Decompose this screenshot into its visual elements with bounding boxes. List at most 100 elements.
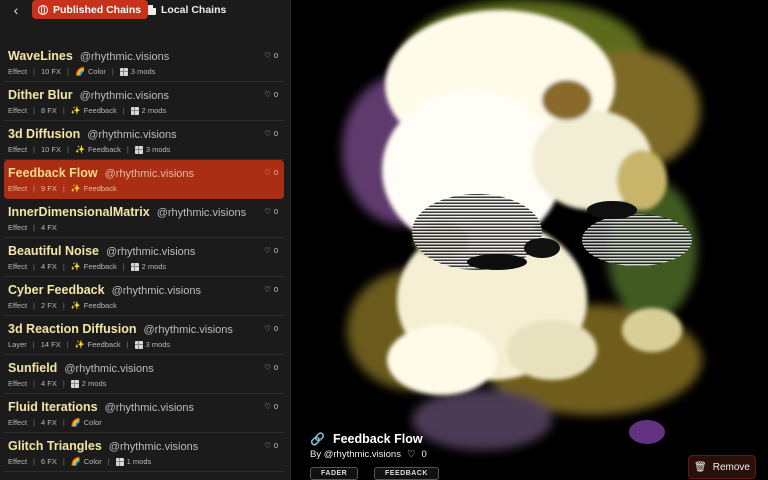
meta-separator: | [62,184,65,193]
chain-type: Effect [8,145,28,154]
chain-type: Effect [8,67,28,76]
like-button[interactable]: ♡ 0 [264,285,278,294]
chain-list-item[interactable]: Dither Blur @rhythmic.visions Effect | 8… [4,82,284,121]
chain-title-row: WaveLines @rhythmic.visions [8,49,169,63]
chain-name: Sunfield [8,361,58,375]
chain-title-row: Fluid Iterations @rhythmic.visions [8,400,194,414]
chain-mods-label: 1 mods [126,457,152,466]
chain-author[interactable]: @rhythmic.visions [87,129,176,141]
globe-icon [38,4,48,15]
meta-separator: | [62,301,65,310]
like-count: 0 [273,168,278,177]
chain-author[interactable]: @rhythmic.visions [80,51,169,63]
chain-tag-label: Color [87,67,106,76]
chain-fx-count: 14 FX [40,340,61,349]
tab-local-label: Local Chains [161,3,227,16]
chain-fx-count: 4 FX [41,379,57,388]
chain-meta: Effect | 2 FX | ✨ Feedback [8,301,117,310]
chain-tag: ✨ Feedback [71,184,117,193]
chain-meta: Effect | 8 FX | ✨ Feedback | 2 mods [8,106,166,115]
grid-icon [134,145,143,154]
meta-separator: | [33,106,35,115]
meta-separator: | [126,145,129,154]
chevron-left-icon[interactable]: ‹ [8,2,24,18]
like-button[interactable]: ♡ 0 [264,207,278,216]
chain-mods: 3 mods [134,145,170,154]
like-button[interactable]: ♡ 0 [264,402,278,411]
chain-author[interactable]: By @rhythmic.visions [310,449,401,460]
chain-list-item[interactable]: Glitch Triangles @rhythmic.visions Effec… [4,433,284,472]
like-count: 0 [273,246,278,255]
chain-mods: 2 mods [130,262,167,271]
preview-canvas[interactable]: 🔗 Feedback Flow By @rhythmic.visions ♡ 0… [292,0,768,480]
chain-author[interactable]: @rhythmic.visions [64,363,153,375]
chain-author[interactable]: @rhythmic.visions [157,207,246,219]
preview-visual [292,0,768,480]
meta-separator: | [67,145,69,154]
heart-icon[interactable]: ♡ [407,449,416,460]
chain-tag-label: Feedback [87,145,121,154]
meta-separator: | [33,223,35,232]
chip-fader[interactable]: FADER [310,467,359,480]
chain-author[interactable]: @rhythmic.visions [105,402,194,414]
chain-author[interactable]: @rhythmic.visions [143,324,232,336]
chain-author[interactable]: @rhythmic.visions [106,246,195,258]
meta-separator: | [126,340,129,349]
chain-mods-label: 2 mods [141,262,167,271]
heart-icon: ♡ [264,51,271,60]
chain-author[interactable]: @rhythmic.visions [109,441,198,453]
chain-tag: ✨ Feedback [71,262,117,271]
chain-list-item[interactable]: InnerDimensionalMatrix @rhythmic.visions… [4,199,284,238]
chain-list-item[interactable]: Fluid Iterations @rhythmic.visions Effec… [4,394,284,433]
chain-author[interactable]: @rhythmic.visions [105,168,194,180]
like-button[interactable]: ♡ 0 [264,363,278,372]
chain-list-item[interactable]: 3d Diffusion @rhythmic.visions Effect | … [4,121,284,160]
chain-list-item[interactable]: 3d Reaction Diffusion @rhythmic.visions … [4,316,284,355]
chain-name: InnerDimensionalMatrix [8,205,150,219]
chain-tag-label: Feedback [87,340,121,349]
grid-icon [119,67,128,76]
like-button[interactable]: ♡ 0 [264,168,278,177]
chain-meta: Effect | 4 FX | 2 mods [8,379,106,388]
grid-icon [130,106,139,115]
heart-icon: ♡ [264,246,271,255]
chain-list-item[interactable]: Beautiful Noise @rhythmic.visions Effect… [4,238,284,277]
meta-separator: | [66,340,69,349]
like-button[interactable]: ♡ 0 [264,246,278,255]
chain-tag: 🌈 Color [71,418,102,427]
chain-name: Glitch Triangles [8,439,102,453]
like-button[interactable]: ♡ 0 [264,129,278,138]
chain-author[interactable]: @rhythmic.visions [112,285,201,297]
meta-separator: | [33,379,35,388]
remove-button[interactable]: 🗑 Remove [688,455,756,479]
like-button[interactable]: ♡ 0 [264,90,278,99]
chain-author[interactable]: @rhythmic.visions [80,90,169,102]
trash-icon: 🗑 [694,461,707,473]
chain-type: Effect [8,418,28,427]
like-button[interactable]: ♡ 0 [264,324,278,333]
chain-list-item[interactable]: WaveLines @rhythmic.visions Effect | 10 … [4,43,284,82]
chain-author-row: By @rhythmic.visions ♡ 0 [310,449,427,460]
like-count: 0 [273,51,278,60]
chain-name: Fluid Iterations [8,400,98,414]
chain-tag-label: Color [83,457,102,466]
chain-list-item[interactable]: Sunfield @rhythmic.visions Effect | 4 FX… [4,355,284,394]
chain-tag-label: Feedback [83,301,117,310]
chain-name: 3d Reaction Diffusion [8,322,137,336]
chain-list-item[interactable]: Feedback Flow @rhythmic.visions Effect |… [4,160,284,199]
tab-published-chains[interactable]: Published Chains [32,0,149,19]
chain-fx-count: 10 FX [41,145,62,154]
heart-icon: ♡ [264,402,271,411]
heart-icon: ♡ [264,129,271,138]
chain-meta: Layer | 14 FX | ✨ Feedback | 3 mods [8,340,170,349]
heart-icon: ♡ [264,168,271,177]
chip-feedback[interactable]: FEEDBACK [374,467,439,480]
chain-list-item[interactable]: Cyber Feedback @rhythmic.visions Effect … [4,277,284,316]
chain-name: Cyber Feedback [8,283,105,297]
chain-title: 🔗 Feedback Flow [310,432,423,446]
tab-local-chains[interactable]: Local Chains [144,0,230,19]
like-button[interactable]: ♡ 0 [264,51,278,60]
grid-icon [130,262,139,271]
like-button[interactable]: ♡ 0 [264,441,278,450]
sparkle-icon: ✨ [74,340,85,349]
